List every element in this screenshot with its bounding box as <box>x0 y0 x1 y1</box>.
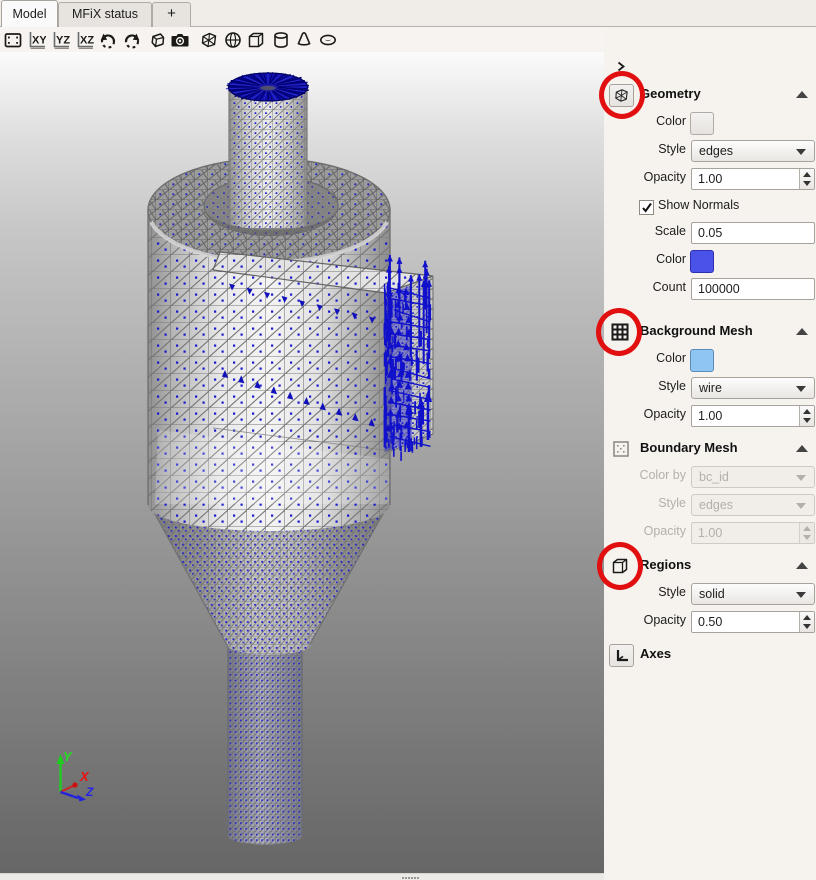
svg-text:YZ: YZ <box>56 35 70 47</box>
svg-text:Z: Z <box>85 785 94 799</box>
svg-text:Y: Y <box>63 749 73 764</box>
svg-text:XY: XY <box>32 35 46 47</box>
svg-text:XZ: XZ <box>80 35 94 47</box>
svg-text:X: X <box>79 769 90 784</box>
